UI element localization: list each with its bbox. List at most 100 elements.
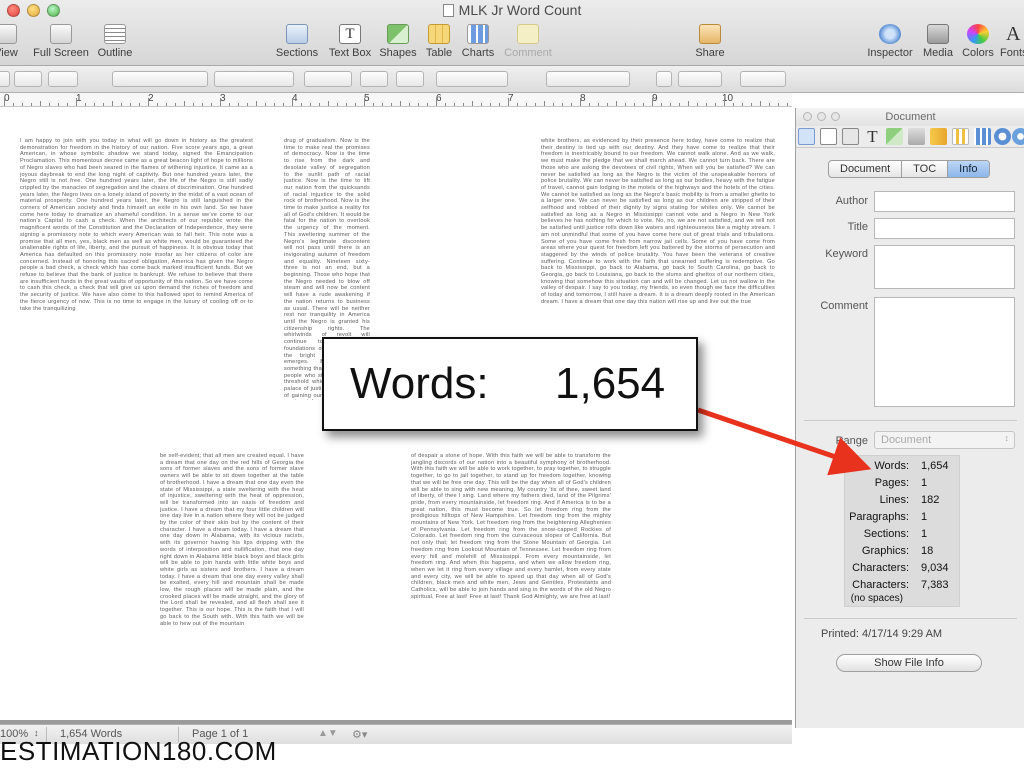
table-icon — [428, 24, 450, 44]
text-column-4[interactable]: be self-evident; that all men are create… — [160, 453, 304, 695]
line-spacing-popup[interactable] — [678, 71, 722, 87]
chart-inspector-icon[interactable] — [952, 128, 969, 145]
toolbar-fullscreen-button[interactable]: Full Screen — [30, 24, 92, 59]
toolbar-shapes-button[interactable]: Shapes — [378, 24, 418, 59]
quicktime-inspector-icon[interactable] — [1012, 128, 1024, 145]
action-gear-icon[interactable]: ⚙▾ — [352, 728, 367, 741]
font-typeface-popup[interactable] — [214, 71, 294, 87]
ruler-tick — [418, 103, 419, 106]
ruler-tick — [733, 103, 734, 106]
ruler-tick — [121, 103, 122, 106]
stat-value: 1 — [921, 477, 928, 489]
horizontal-ruler[interactable]: 0 1 2 3 4 5 6 7 8 9 10 — [0, 93, 792, 107]
font-size-popup[interactable] — [304, 71, 352, 87]
ruler-tick — [184, 101, 185, 106]
author-label: Author — [835, 195, 868, 207]
stat-label: Characters: — [852, 562, 909, 574]
text-column-1[interactable]: I am happy to join with you today in wha… — [20, 138, 253, 400]
callout-value: 1,654 — [555, 359, 666, 408]
metrics-inspector-icon[interactable] — [908, 128, 925, 145]
columns-popup[interactable] — [740, 71, 786, 87]
title-field[interactable] — [874, 218, 1015, 239]
ruler-tick — [157, 103, 158, 106]
ruler-tick — [328, 101, 329, 106]
ruler-tick — [373, 103, 374, 106]
ruler-tick — [688, 101, 689, 106]
stat-value: 9,034 — [921, 562, 949, 574]
alignment-group[interactable] — [546, 71, 630, 87]
inspector-minimize-button[interactable] — [817, 112, 826, 121]
character-style-popup[interactable] — [48, 71, 78, 87]
toolbar-inspector-button[interactable]: Inspector — [864, 24, 916, 59]
tab-document[interactable]: Document — [829, 161, 903, 177]
table-inspector-icon[interactable] — [930, 128, 947, 145]
ruler-tick — [562, 103, 563, 106]
paragraph-style-popup[interactable] — [14, 71, 42, 87]
ruler-tick — [670, 103, 671, 106]
range-popup[interactable]: Document ↕ — [874, 431, 1015, 449]
toolbar-outline-button[interactable]: Outline — [94, 24, 136, 59]
toolbar-view-button[interactable]: View — [0, 24, 26, 59]
window-title: MLK Jr Word Count — [0, 2, 1024, 18]
toolbar-table-button[interactable]: Table — [422, 24, 456, 59]
toolbar-share-button[interactable]: Share — [692, 24, 728, 59]
inspector-divider — [804, 420, 1017, 421]
toolbar-comment-button[interactable]: Comment — [502, 24, 554, 59]
text-inspector-icon[interactable]: T — [864, 128, 881, 145]
sections-icon — [286, 24, 308, 44]
text-color-well[interactable] — [360, 71, 388, 87]
inspector-zoom-button[interactable] — [831, 112, 840, 121]
ruler-tick — [76, 98, 77, 106]
fonts-icon: A — [1006, 23, 1021, 45]
wrap-inspector-icon[interactable] — [842, 128, 859, 145]
keyword-label: Keyword — [825, 248, 868, 260]
inspector-divider — [804, 618, 1017, 619]
ruler-tick — [571, 103, 572, 106]
document-inspector-icon[interactable] — [798, 128, 815, 145]
page-up-down-icon[interactable]: ▲▼ — [318, 728, 338, 739]
highlight-color-well[interactable] — [396, 71, 424, 87]
chart-inspector-icon-2[interactable] — [974, 128, 991, 145]
font-family-popup[interactable] — [112, 71, 208, 87]
comment-field[interactable] — [874, 297, 1015, 407]
toolbar-colors-button[interactable]: Colors — [960, 24, 996, 59]
line-spacing-button[interactable] — [656, 71, 672, 87]
layout-inspector-icon[interactable] — [820, 128, 837, 145]
author-field[interactable] — [874, 191, 1015, 212]
show-file-info-button[interactable]: Show File Info — [836, 654, 982, 672]
document-inspector: Document T Document TOC Info Author Titl… — [795, 108, 1024, 728]
ruler-tick — [454, 103, 455, 106]
ruler-tick — [508, 98, 509, 106]
inspector-close-button[interactable] — [803, 112, 812, 121]
range-label: Range — [835, 435, 868, 447]
text-column-5[interactable]: of despair a stone of hope. With this fa… — [411, 453, 611, 695]
tab-toc[interactable]: TOC — [902, 161, 949, 177]
link-inspector-icon[interactable] — [994, 128, 1011, 145]
toolbar-fonts-button[interactable]: A Fonts — [1000, 24, 1024, 59]
stat-label: Lines: — [879, 494, 909, 506]
ruler-tick — [679, 103, 680, 106]
stat-label: Sections: — [863, 528, 909, 540]
stat-label: Pages: — [874, 477, 909, 489]
toolbar-shapes-label: Shapes — [379, 47, 417, 59]
ruler-tick — [391, 103, 392, 106]
toolbar-charts-button[interactable]: Charts — [460, 24, 496, 59]
keyword-field[interactable] — [874, 245, 1015, 289]
graphic-inspector-icon[interactable] — [886, 128, 903, 145]
ruler-tick — [472, 101, 473, 106]
bold-italic-underline-group[interactable] — [436, 71, 508, 87]
ruler-tick — [409, 103, 410, 106]
ruler-tick — [139, 103, 140, 106]
toolbar-sections-button[interactable]: Sections — [274, 24, 320, 59]
toolbar-media-button[interactable]: Media — [920, 24, 956, 59]
toolbar-textbox-button[interactable]: T Text Box — [326, 24, 374, 59]
ruler-tick — [274, 103, 275, 106]
ruler-tick — [382, 103, 383, 106]
stat-value: 182 — [921, 494, 940, 506]
style-button[interactable] — [0, 71, 10, 87]
toolbar-table-label: Table — [425, 47, 453, 59]
ruler-tick — [769, 103, 770, 106]
ruler-tick — [247, 103, 248, 106]
watermark: ESTIMATION180.COM — [0, 736, 277, 766]
tab-info[interactable]: Info — [948, 161, 989, 177]
